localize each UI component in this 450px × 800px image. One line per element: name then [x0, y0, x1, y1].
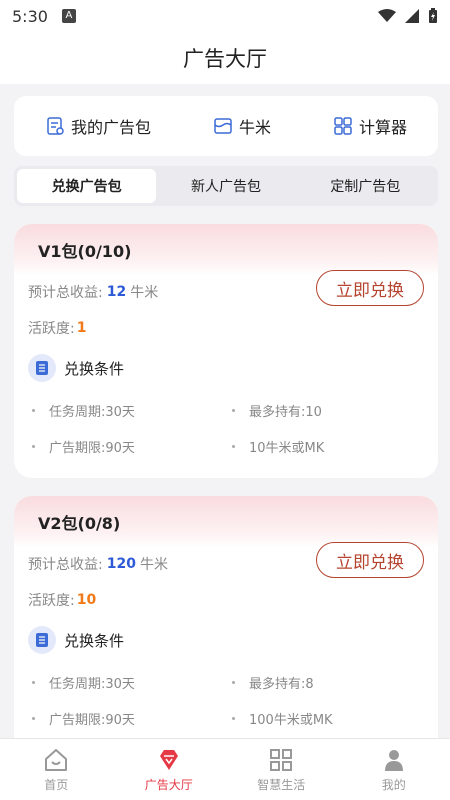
condition-item: 最多持有:10 — [228, 392, 428, 428]
income-value: 120 — [106, 556, 136, 572]
status-icons — [378, 8, 438, 24]
activity-label: 活跃度: — [28, 593, 75, 609]
status-time: 5:30 — [12, 6, 48, 26]
tab-redeem-package[interactable]: 兑换广告包 — [17, 169, 157, 203]
tabbar-ad-hall[interactable]: 广告大厅 — [113, 739, 226, 800]
tabbar-label: 我的 — [381, 778, 406, 792]
condition-text: 最多持有:8 — [249, 676, 314, 692]
page-title: 广告大厅 — [183, 47, 267, 71]
tabbar-smart-life[interactable]: 智慧生活 — [225, 739, 338, 800]
document-icon — [28, 354, 56, 382]
package-card-v1: V1包(0/10) 预计总收益: 12 牛米 立即兑换 活跃度: 1 兑换条件 … — [14, 224, 438, 478]
bullet-icon — [232, 680, 235, 684]
tabbar-mine[interactable]: 我的 — [338, 739, 450, 800]
tabbar-label: 首页 — [44, 778, 69, 792]
bullet-icon — [232, 716, 235, 720]
package-card-v2: V2包(0/8) 预计总收益: 120 牛米 立即兑换 活跃度: 10 兑换条件… — [14, 496, 438, 756]
battery-icon — [429, 8, 437, 23]
menu-label: 计算器 — [358, 118, 407, 137]
condition-text: 广告期限:90天 — [49, 440, 135, 456]
income-label: 预计总收益: — [28, 557, 103, 573]
income-label: 预计总收益: — [28, 285, 103, 301]
condition-text: 任务周期:30天 — [49, 404, 135, 420]
condition-item: 任务周期:30天 — [28, 392, 228, 428]
bullet-icon — [232, 408, 235, 412]
notification-letter-icon: A — [61, 9, 76, 23]
bullet-icon — [32, 680, 35, 684]
conditions-title: 兑换条件 — [64, 359, 125, 378]
condition-text: 最多持有:10 — [249, 404, 322, 420]
ad-package-icon — [47, 117, 64, 135]
bullet-icon — [232, 444, 235, 448]
grid-apps-icon — [334, 117, 352, 135]
conditions-grid: 任务周期:30天 最多持有:8 广告期限:90天 100牛米或MK — [28, 660, 424, 744]
menu-niumi[interactable]: 牛米 — [213, 114, 271, 138]
condition-item: 任务周期:30天 — [28, 664, 228, 700]
grid-icon — [270, 749, 293, 771]
status-bar: 5:30 A — [0, 0, 450, 32]
redeem-button[interactable]: 立即兑换 — [316, 270, 424, 306]
header: 广告大厅 — [0, 32, 450, 84]
activity-label: 活跃度: — [28, 321, 75, 337]
condition-text: 任务周期:30天 — [49, 676, 135, 692]
condition-item: 广告期限:90天 — [28, 428, 228, 464]
tabbar-label: 广告大厅 — [144, 778, 193, 792]
package-title: V2包(0/8) — [14, 496, 438, 548]
condition-text: 100牛米或MK — [249, 712, 333, 728]
bullet-icon — [32, 408, 35, 412]
wifi-icon — [378, 9, 396, 22]
bullet-icon — [32, 716, 35, 720]
menu-label: 我的广告包 — [70, 118, 151, 137]
income-unit: 牛米 — [130, 285, 159, 301]
quick-menu: 我的广告包 牛米 计算器 — [14, 96, 438, 156]
tabbar-label: 智慧生活 — [257, 778, 306, 792]
package-title: V1包(0/10) — [14, 224, 438, 276]
tab-custom-package[interactable]: 定制广告包 — [296, 169, 435, 203]
home-icon — [45, 749, 68, 771]
redeem-button[interactable]: 立即兑换 — [316, 542, 424, 578]
condition-item: 10牛米或MK — [228, 428, 428, 464]
activity-value: 10 — [76, 592, 97, 608]
condition-text: 10牛米或MK — [249, 440, 325, 456]
user-icon — [384, 750, 403, 771]
menu-label: 牛米 — [238, 118, 271, 137]
bullet-icon — [32, 444, 35, 448]
conditions-grid: 任务周期:30天 最多持有:10 广告期限:90天 10牛米或MK — [28, 388, 424, 472]
activity-value: 1 — [76, 320, 87, 336]
condition-item: 100牛米或MK — [228, 700, 428, 736]
document-icon — [28, 626, 56, 654]
activity-row: 活跃度: 1 — [28, 308, 424, 348]
condition-item: 最多持有:8 — [228, 664, 428, 700]
signal-icon — [405, 9, 419, 23]
tabbar-home[interactable]: 首页 — [0, 739, 113, 800]
condition-item: 广告期限:90天 — [28, 700, 228, 736]
menu-calculator[interactable]: 计算器 — [333, 114, 407, 138]
income-value: 12 — [106, 284, 127, 300]
wallet-icon — [214, 118, 232, 134]
package-tabs: 兑换广告包 新人广告包 定制广告包 — [14, 166, 438, 206]
diamond-icon — [159, 750, 178, 770]
tab-newbie-package[interactable]: 新人广告包 — [156, 169, 295, 203]
bottom-tabbar: 首页 广告大厅 智慧生活 我的 — [0, 738, 450, 800]
conditions-title: 兑换条件 — [64, 631, 125, 650]
conditions-header: 兑换条件 — [28, 620, 424, 660]
activity-row: 活跃度: 10 — [28, 580, 424, 620]
conditions-header: 兑换条件 — [28, 348, 424, 388]
condition-text: 广告期限:90天 — [49, 712, 135, 728]
menu-my-ad-package[interactable]: 我的广告包 — [45, 114, 151, 138]
income-unit: 牛米 — [139, 557, 168, 573]
